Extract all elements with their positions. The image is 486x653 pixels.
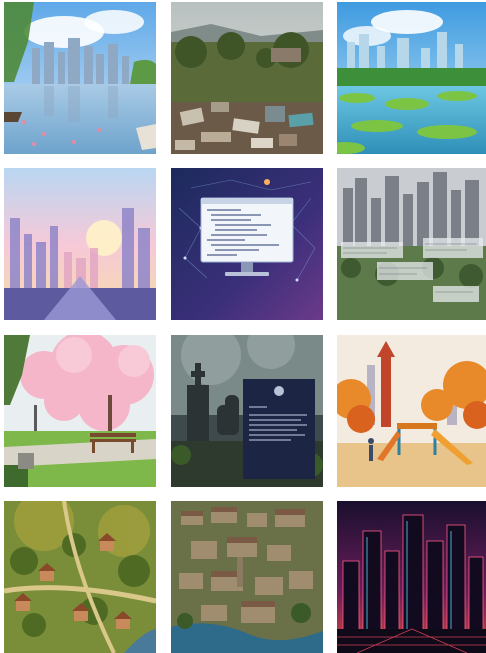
gallery-tile-10[interactable] <box>4 501 156 653</box>
city-skyline-data-overlay-image <box>337 168 486 320</box>
gallery-tile-12[interactable] <box>337 501 486 653</box>
gallery-tile-8[interactable] <box>171 335 323 487</box>
village-aerial-image <box>4 501 156 653</box>
cemetery-document-image <box>171 335 323 487</box>
autumn-playground-image <box>337 335 486 487</box>
neon-city-skyline-image <box>337 501 486 653</box>
gallery-tile-4[interactable] <box>4 168 156 320</box>
gallery-tile-9[interactable] <box>337 335 486 487</box>
city-wetland-park-image <box>337 2 486 154</box>
pastel-city-sunset-image <box>4 168 156 320</box>
image-gallery-grid <box>0 0 486 653</box>
gallery-tile-6[interactable] <box>337 168 486 320</box>
city-lake-reflection-image <box>4 2 156 154</box>
code-monitor-illustration <box>171 168 323 320</box>
gallery-tile-7[interactable] <box>4 335 156 487</box>
cherry-blossom-park-bench-image <box>4 335 156 487</box>
garbage-dump-landscape-image <box>171 2 323 154</box>
gallery-tile-3[interactable] <box>337 2 486 154</box>
gallery-tile-2[interactable] <box>171 2 323 154</box>
gallery-tile-11[interactable] <box>171 501 323 653</box>
gallery-tile-5[interactable] <box>171 168 323 320</box>
old-town-aerial-image <box>171 501 323 653</box>
gallery-tile-1[interactable] <box>4 2 156 154</box>
